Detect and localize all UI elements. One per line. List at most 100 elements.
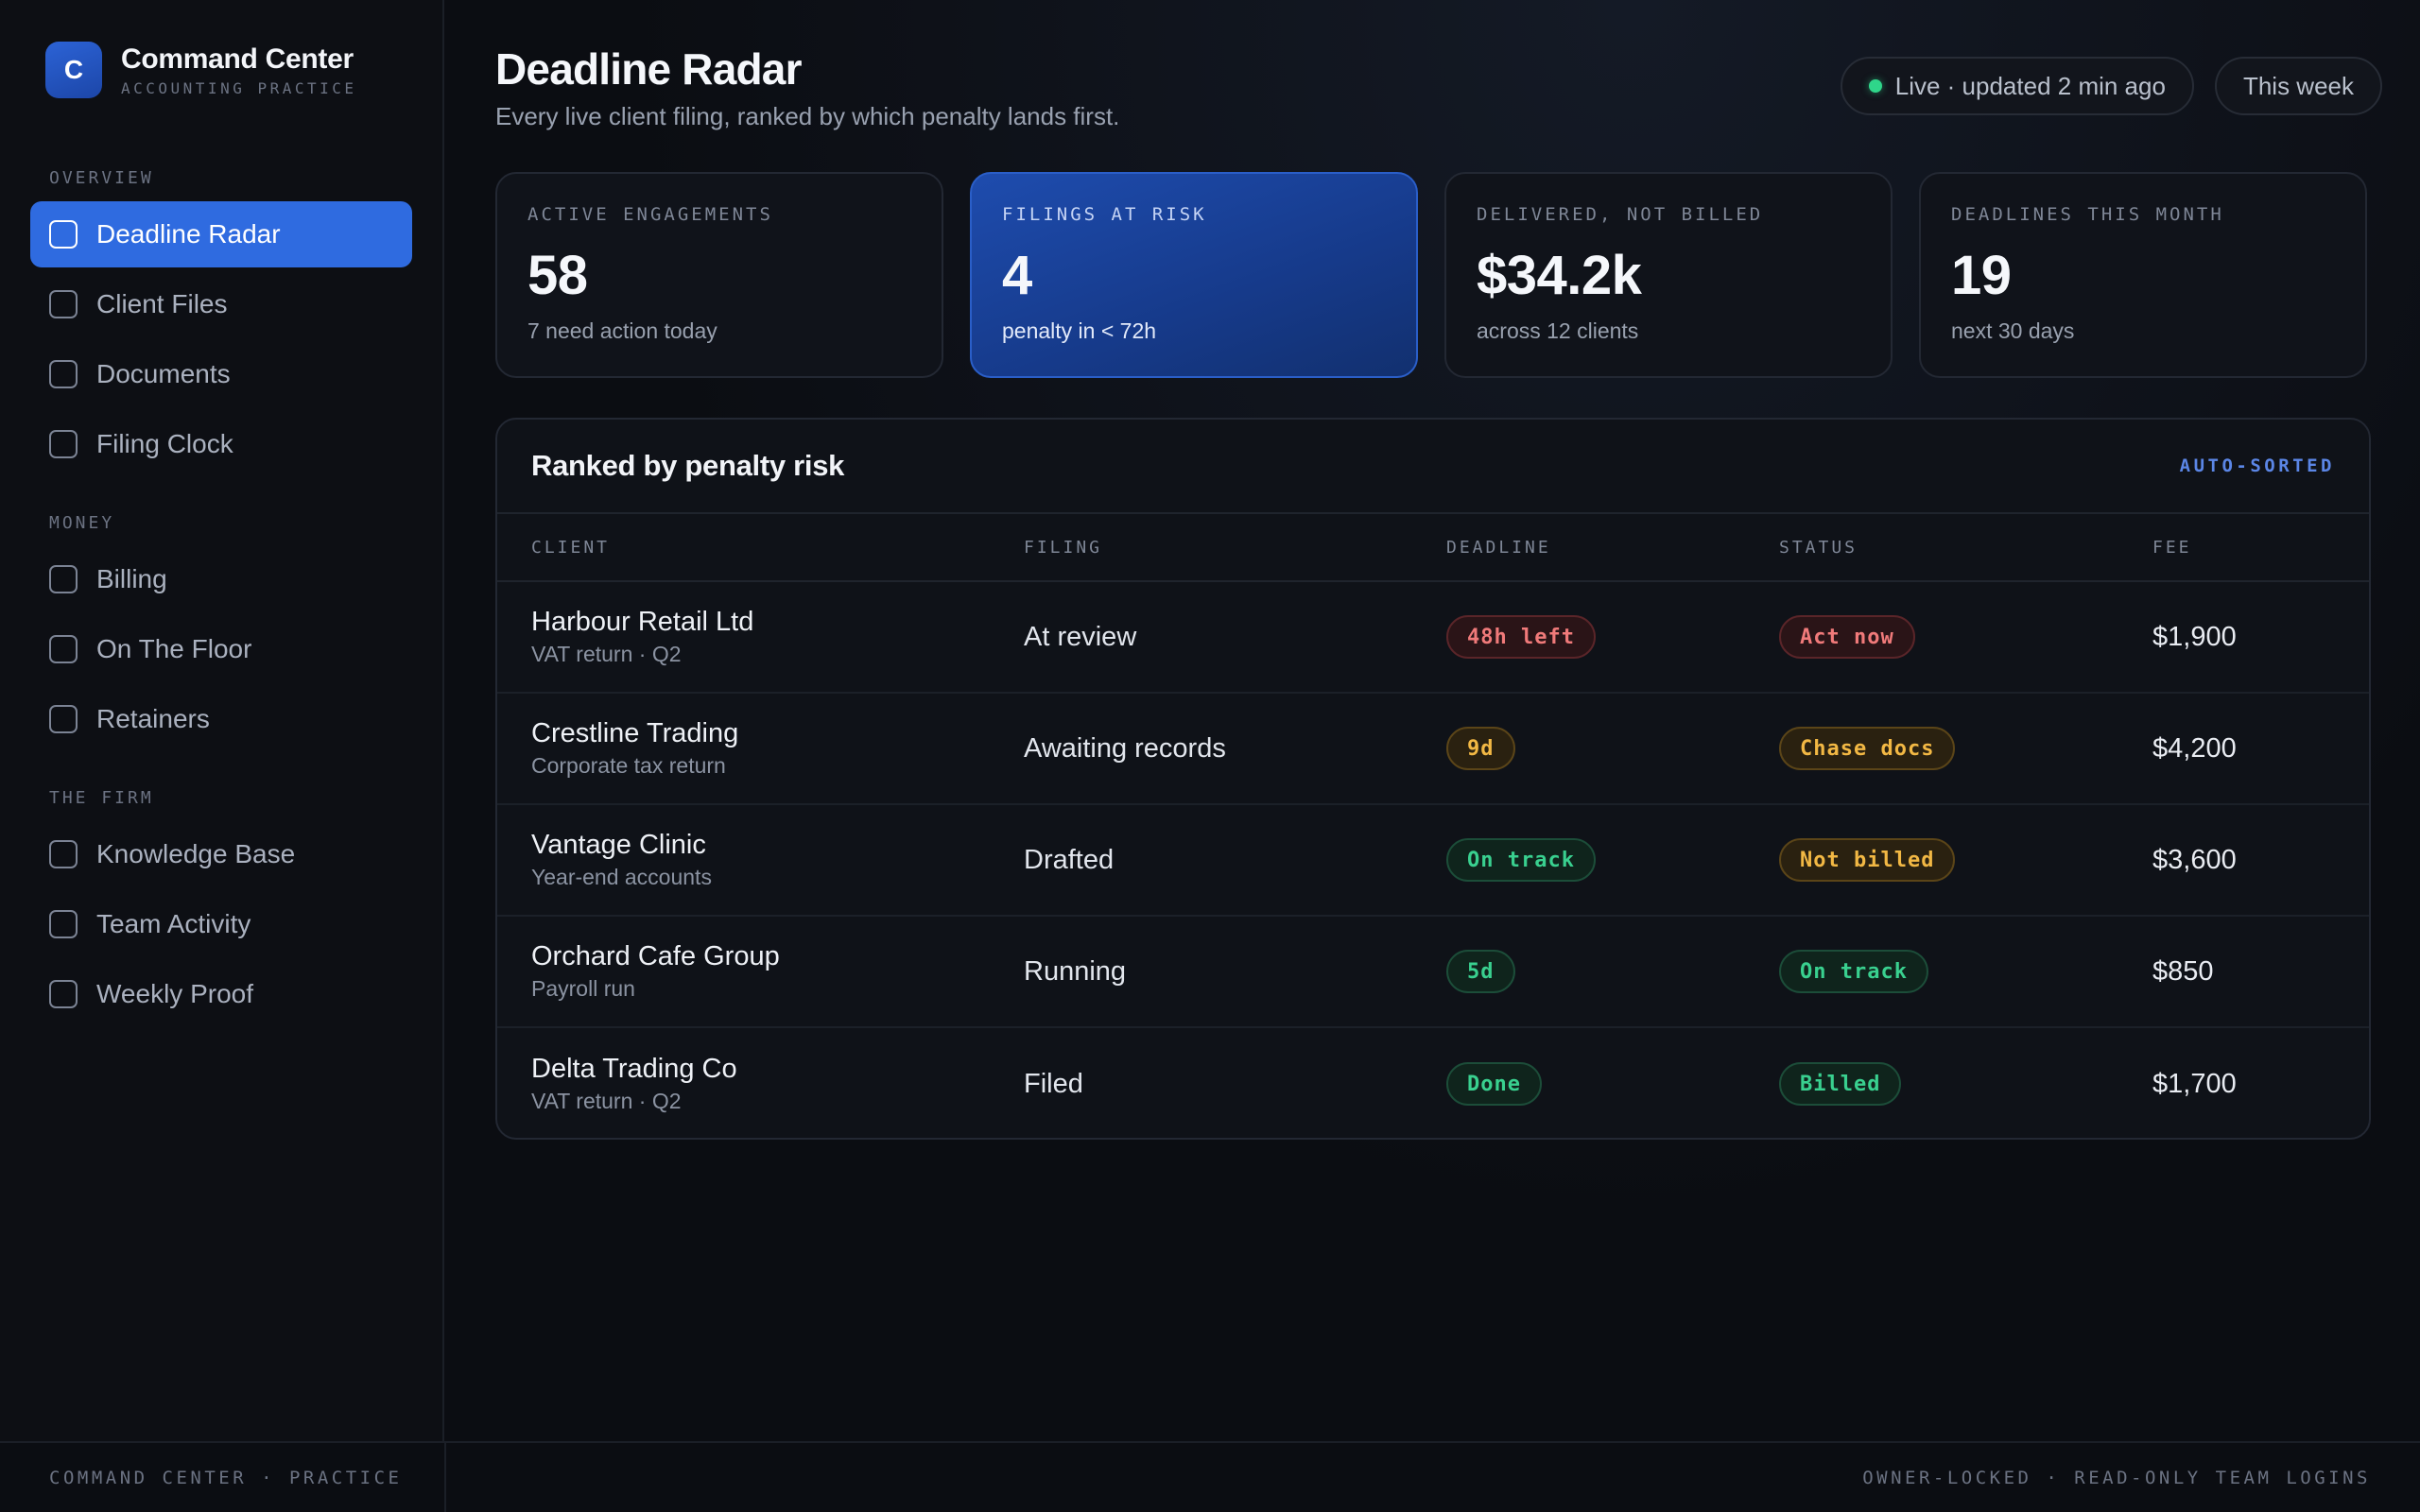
nav-section-label: THE FIRM xyxy=(49,788,154,808)
nav-group-the-firm: THE FIRM Knowledge Base Team Activity Weekl… xyxy=(30,788,412,1027)
deadline-cell: 5d xyxy=(1446,950,1779,993)
stat-subtext: across 12 clients xyxy=(1477,318,1639,343)
stat-card-filings-at-risk[interactable]: FILINGS AT RISK 4 penalty in < 72h xyxy=(970,172,1418,378)
status-badge[interactable]: On track xyxy=(1779,950,1928,993)
sidebar-item-client-files[interactable]: Client Files xyxy=(30,271,412,337)
brand-logo: C xyxy=(45,42,102,98)
client-name[interactable]: Crestline Trading xyxy=(531,718,1024,749)
brand-subtitle: ACCOUNTING PRACTICE xyxy=(121,78,357,97)
status-badge[interactable]: Not billed xyxy=(1779,838,1956,882)
footer: COMMAND CENTER · PRACTICE OWNER-LOCKED ·… xyxy=(0,1441,2420,1512)
live-status-pill: Live · updated 2 min ago xyxy=(1840,57,2194,115)
deadline-cell: On track xyxy=(1446,838,1779,882)
client-cell: Orchard Cafe Group Payroll run xyxy=(531,941,1024,1002)
deadline-cell: 9d xyxy=(1446,727,1779,770)
column-header-deadline[interactable]: DEADLINE xyxy=(1446,538,1779,558)
column-header-fee[interactable]: FEE xyxy=(2152,538,2369,558)
client-cell: Delta Trading Co VAT return · Q2 xyxy=(531,1054,1024,1114)
table-row[interactable]: Orchard Cafe Group Payroll run Running 5d On… xyxy=(497,917,2369,1028)
deadline-badge: Done xyxy=(1446,1062,1542,1106)
sidebar-item-retainers[interactable]: Retainers xyxy=(30,686,412,752)
sidebar-item-label: Deadline Radar xyxy=(96,219,281,249)
client-name[interactable]: Orchard Cafe Group xyxy=(531,941,1024,972)
square-icon xyxy=(49,980,78,1008)
deadline-badge: On track xyxy=(1446,838,1596,882)
client-cell: Harbour Retail Ltd VAT return · Q2 xyxy=(531,607,1024,667)
client-name[interactable]: Harbour Retail Ltd xyxy=(531,607,1024,638)
stat-label: ACTIVE ENGAGEMENTS xyxy=(527,204,773,225)
client-filing-type: Corporate tax return xyxy=(531,753,726,778)
sidebar-item-label: Client Files xyxy=(96,289,228,318)
column-header-filing[interactable]: FILING xyxy=(1024,538,1446,558)
sidebar-item-label: Retainers xyxy=(96,704,210,733)
client-cell: Vantage Clinic Year-end accounts xyxy=(531,830,1024,890)
square-icon xyxy=(49,220,78,249)
sidebar-item-weekly-proof[interactable]: Weekly Proof xyxy=(30,961,412,1027)
sidebar: C Command Center ACCOUNTING PRACTICE OVE… xyxy=(0,0,444,1441)
client-name[interactable]: Vantage Clinic xyxy=(531,830,1024,861)
filing-stage: At review xyxy=(1024,621,1137,652)
square-icon xyxy=(49,705,78,733)
live-status-text: Live · updated 2 min ago xyxy=(1894,71,2166,100)
sort-label: AUTO-SORTED xyxy=(2179,455,2335,476)
stat-card-deadlines-this-month[interactable]: DEADLINES THIS MONTH 19 next 30 days xyxy=(1919,172,2367,378)
brand[interactable]: C Command Center ACCOUNTING PRACTICE xyxy=(30,42,412,98)
sidebar-item-billing[interactable]: Billing xyxy=(30,546,412,612)
status-cell: Not billed xyxy=(1779,838,2152,882)
client-cell: Crestline Trading Corporate tax return xyxy=(531,718,1024,779)
sidebar-item-deadline-radar[interactable]: Deadline Radar xyxy=(30,201,412,267)
sidebar-item-documents[interactable]: Documents xyxy=(30,341,412,407)
penalty-risk-table: Ranked by penalty risk AUTO-SORTED CLIEN… xyxy=(495,418,2371,1140)
status-badge[interactable]: Act now xyxy=(1779,615,1915,659)
sidebar-item-label: Knowledge Base xyxy=(96,839,296,868)
sidebar-item-label: Weekly Proof xyxy=(96,979,253,1008)
table-body: Harbour Retail Ltd VAT return · Q2 At revi… xyxy=(497,582,2369,1138)
table-row[interactable]: Crestline Trading Corporate tax return Awa… xyxy=(497,694,2369,805)
deadline-badge: 5d xyxy=(1446,950,1515,993)
stat-value: 4 xyxy=(1002,245,1032,306)
page-subtitle: Every live client filing, ranked by whic… xyxy=(495,102,1120,130)
client-filing-type: VAT return · Q2 xyxy=(531,1089,682,1113)
footer-left: COMMAND CENTER · PRACTICE xyxy=(49,1467,403,1488)
stat-card-active-engagements[interactable]: ACTIVE ENGAGEMENTS 58 7 need action today xyxy=(495,172,943,378)
fee-amount: $1,900 xyxy=(2152,621,2237,652)
status-cell: Billed xyxy=(1779,1062,2152,1106)
stat-label: FILINGS AT RISK xyxy=(1002,204,1207,225)
square-icon xyxy=(49,635,78,663)
footer-right: OWNER-LOCKED · READ-ONLY TEAM LOGINS xyxy=(1862,1467,2371,1488)
column-header-client[interactable]: CLIENT xyxy=(531,538,1024,558)
column-headers: CLIENT FILING DEADLINE STATUS FEE xyxy=(497,514,2369,582)
sidebar-item-label: On The Floor xyxy=(96,634,252,663)
sidebar-item-label: Filing Clock xyxy=(96,429,233,458)
nav-group-money: MONEY Billing On The Floor Retainers xyxy=(30,513,412,752)
client-filing-type: VAT return · Q2 xyxy=(531,642,682,666)
table-row[interactable]: Delta Trading Co VAT return · Q2 Filed Done… xyxy=(497,1028,2369,1138)
sidebar-item-filing-clock[interactable]: Filing Clock xyxy=(30,411,412,477)
stat-card-delivered-not-billed[interactable]: DELIVERED, NOT BILLED $34.2k across 12 cli… xyxy=(1444,172,1893,378)
header-actions: Live · updated 2 min ago This week xyxy=(1840,57,2382,115)
live-indicator-icon xyxy=(1868,79,1882,93)
table-row[interactable]: Harbour Retail Ltd VAT return · Q2 At revi… xyxy=(497,582,2369,694)
sidebar-item-on-the-floor[interactable]: On The Floor xyxy=(30,616,412,682)
filing-stage: Drafted xyxy=(1024,844,1115,875)
range-button[interactable]: This week xyxy=(2214,57,2382,115)
square-icon xyxy=(49,430,78,458)
stat-subtext: next 30 days xyxy=(1951,318,2075,343)
status-badge[interactable]: Billed xyxy=(1779,1062,1902,1106)
status-badge[interactable]: Chase docs xyxy=(1779,727,1956,770)
fee-amount: $3,600 xyxy=(2152,844,2237,875)
deadline-cell: 48h left xyxy=(1446,615,1779,659)
stat-cards: ACTIVE ENGAGEMENTS 58 7 need action today F… xyxy=(495,172,2382,378)
sidebar-nav: OVERVIEW Deadline Radar Client Files Docume… xyxy=(30,168,412,1027)
square-icon xyxy=(49,290,78,318)
page-header: Deadline Radar Every live client filing,… xyxy=(495,43,2382,172)
table-row[interactable]: Vantage Clinic Year-end accounts Drafted On… xyxy=(497,805,2369,917)
sidebar-item-label: Billing xyxy=(96,564,167,593)
table-title: Ranked by penalty risk xyxy=(531,449,845,482)
sidebar-item-knowledge-base[interactable]: Knowledge Base xyxy=(30,821,412,887)
stat-subtext: 7 need action today xyxy=(527,318,717,343)
column-header-status[interactable]: STATUS xyxy=(1779,538,2152,558)
deadline-badge: 48h left xyxy=(1446,615,1596,659)
sidebar-item-team-activity[interactable]: Team Activity xyxy=(30,891,412,957)
client-name[interactable]: Delta Trading Co xyxy=(531,1054,1024,1085)
